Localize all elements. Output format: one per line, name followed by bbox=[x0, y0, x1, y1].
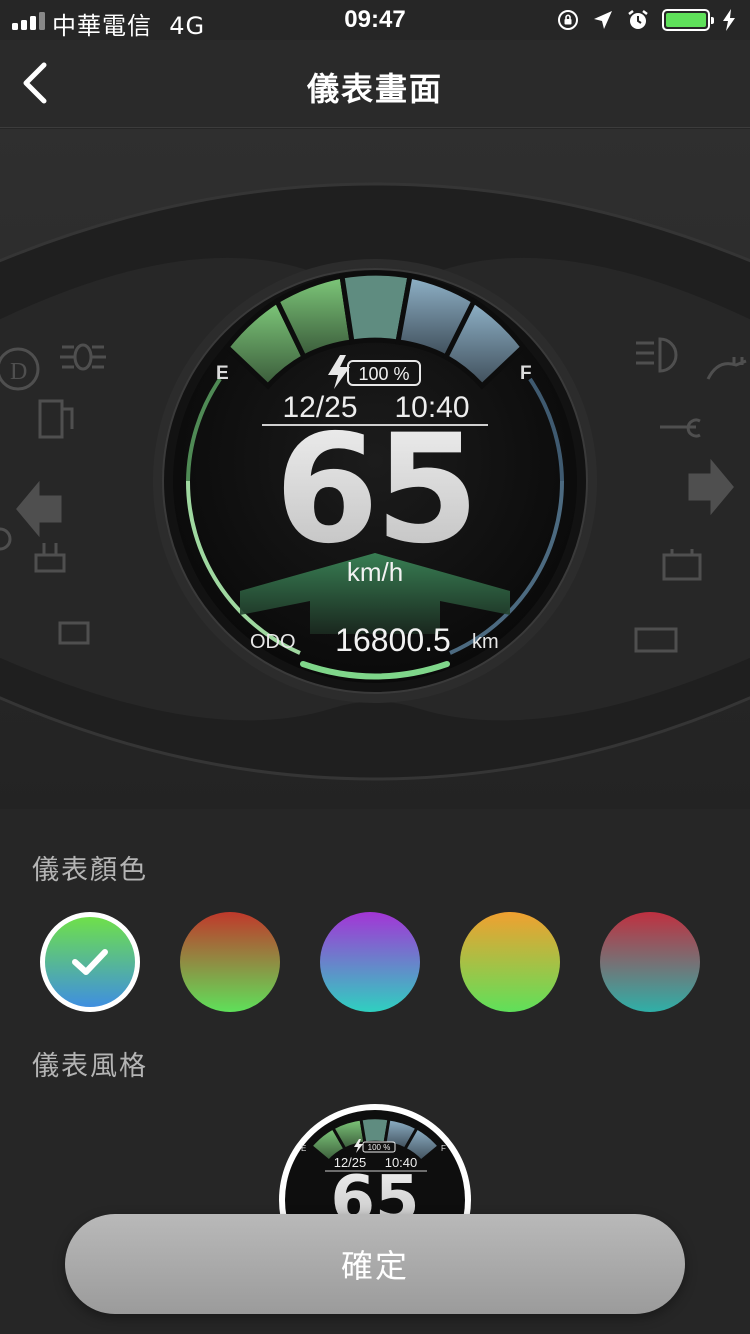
color-swatch-3[interactable] bbox=[320, 912, 420, 1012]
dashboard-illustration: D E F 100 % 12/25 10:40 65 km/h ODO 1680… bbox=[0, 182, 750, 781]
color-swatch-2[interactable] bbox=[180, 912, 280, 1012]
page-title: 儀表畫面 bbox=[306, 70, 443, 108]
odo-unit: km bbox=[472, 631, 499, 653]
color-swatch-5[interactable] bbox=[600, 912, 700, 1012]
gauge-style-thumbnail: E F 100 % 12/25 10:40 65 bbox=[279, 1104, 471, 1217]
battery-fill bbox=[666, 13, 706, 27]
thumb-battery-percent: 100 % bbox=[368, 1143, 391, 1152]
status-icons bbox=[556, 6, 736, 34]
thumb-empty-label: E bbox=[301, 1144, 306, 1153]
svg-text:D: D bbox=[10, 359, 27, 385]
speed-value: 65 bbox=[275, 403, 476, 577]
dashboard-preview: D E F 100 % 12/25 10:40 65 km/h ODO 1680… bbox=[0, 129, 750, 809]
battery-icon bbox=[662, 9, 714, 31]
odo-value: 16800.5 bbox=[335, 622, 451, 658]
odo-label: ODO bbox=[250, 631, 296, 653]
empty-label: E bbox=[216, 363, 229, 384]
charging-bolt-icon bbox=[723, 9, 735, 31]
thumb-full-label: F bbox=[441, 1144, 446, 1153]
location-arrow-icon bbox=[594, 11, 612, 29]
color-swatch-row bbox=[0, 912, 750, 1012]
full-label: F bbox=[520, 363, 532, 384]
battery-percent: 100 % bbox=[358, 364, 409, 384]
navigation-bar: 儀表畫面 bbox=[0, 40, 750, 128]
rotation-lock-icon bbox=[558, 10, 578, 30]
speed-unit: km/h bbox=[347, 557, 403, 587]
status-bar: 中華電信 4G 09:47 bbox=[0, 0, 750, 40]
color-swatch-1[interactable] bbox=[40, 912, 140, 1012]
thumb-speed: 65 bbox=[330, 1163, 419, 1217]
style-section-label: 儀表風格 bbox=[32, 1051, 148, 1082]
color-section-label: 儀表顏色 bbox=[32, 855, 148, 886]
checkmark-icon bbox=[72, 949, 108, 975]
gauge-style-option[interactable]: E F 100 % 12/25 10:40 65 bbox=[275, 1097, 475, 1217]
color-swatch-4[interactable] bbox=[460, 912, 560, 1012]
confirm-button[interactable]: 確定 bbox=[65, 1214, 685, 1314]
alarm-icon bbox=[628, 10, 648, 29]
